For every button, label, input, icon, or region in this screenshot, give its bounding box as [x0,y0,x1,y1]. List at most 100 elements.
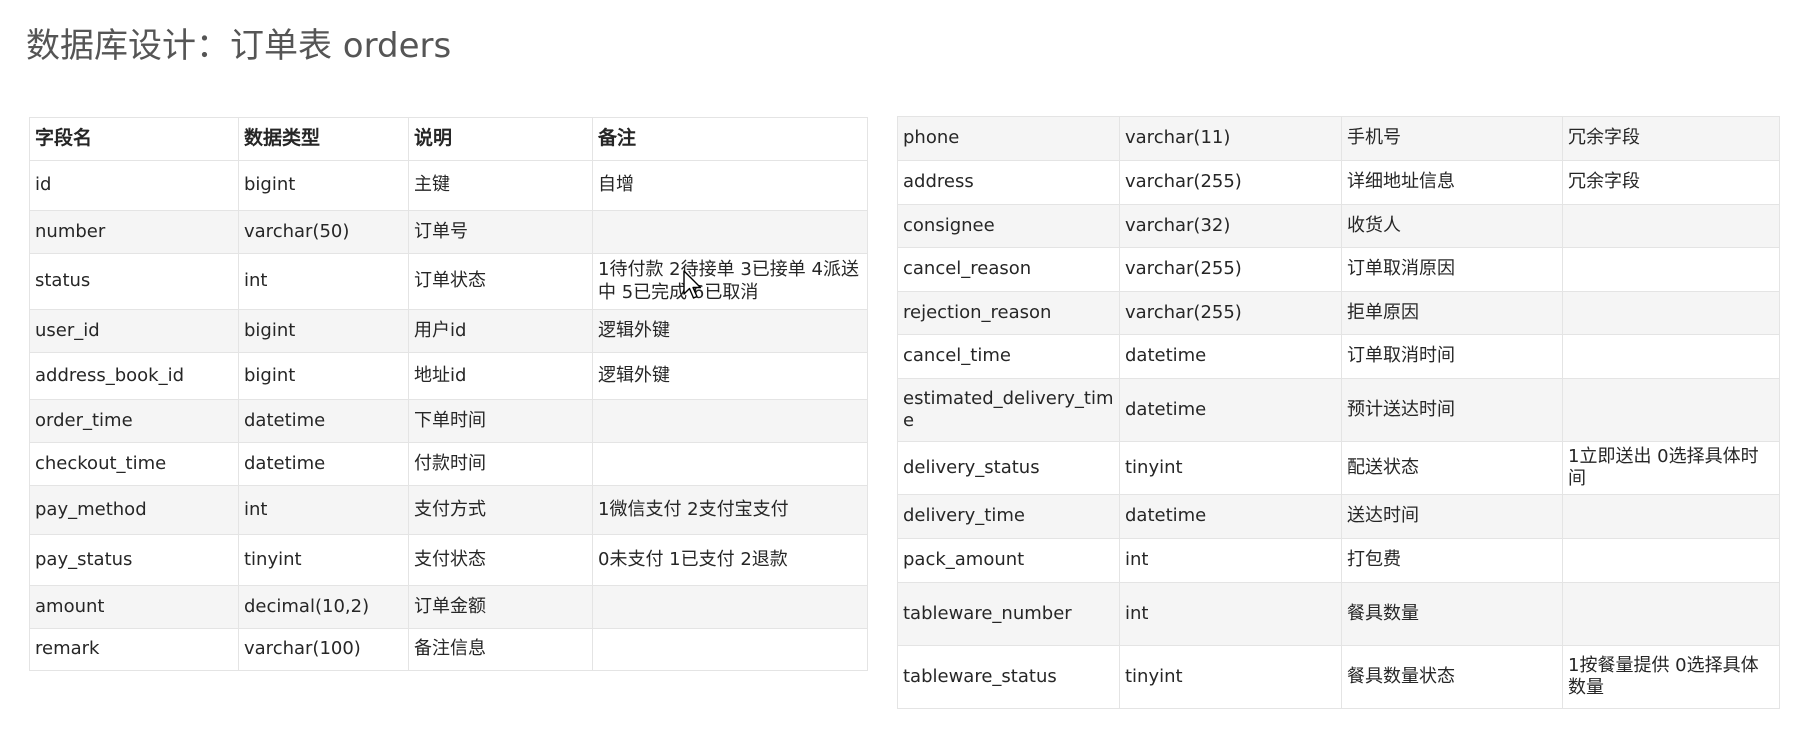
table-row: pay_status tinyint 支付状态 0未支付 1已支付 2退款 [29,534,868,586]
remark-cell [592,442,868,486]
field-name-cell: phone [897,116,1120,161]
field-name-cell: cancel_reason [897,247,1120,292]
remark-cell [592,628,868,671]
header-description: 说明 [408,117,593,161]
field-name-cell: amount [29,585,239,629]
field-name-cell: cancel_time [897,334,1120,379]
data-type-cell: varchar(255) [1119,160,1342,205]
field-name-cell: delivery_status [897,441,1120,495]
table-row: order_time datetime 下单时间 [29,399,868,443]
field-name-cell: tableware_status [897,645,1120,709]
field-name-cell: pay_status [29,534,239,586]
table-row: user_id bigint 用户id 逻辑外键 [29,309,868,353]
field-name-cell: order_time [29,399,239,443]
field-name-cell: remark [29,628,239,671]
field-name-cell: address [897,160,1120,205]
remark-cell: 冗余字段 [1562,116,1780,161]
remark-cell: 逻辑外键 [592,352,868,400]
remark-cell [592,585,868,629]
remark-cell: 1微信支付 2支付宝支付 [592,485,868,535]
description-cell: 备注信息 [408,628,593,671]
data-type-cell: datetime [238,442,409,486]
data-type-cell: tinyint [1119,645,1342,709]
remark-cell [592,210,868,254]
table-row: address varchar(255) 详细地址信息 冗余字段 [897,160,1780,205]
description-cell: 支付方式 [408,485,593,535]
data-type-cell: varchar(50) [238,210,409,254]
data-type-cell: tinyint [238,534,409,586]
data-type-cell: varchar(100) [238,628,409,671]
description-cell: 配送状态 [1341,441,1563,495]
data-type-cell: int [238,253,409,310]
remark-cell [1562,582,1780,646]
description-cell: 预计送达时间 [1341,378,1563,442]
field-name-cell: user_id [29,309,239,353]
remark-cell [1562,538,1780,583]
table-row: phone varchar(11) 手机号 冗余字段 [897,116,1780,161]
remark-cell [1562,378,1780,442]
table-row: pay_method int 支付方式 1微信支付 2支付宝支付 [29,485,868,535]
description-cell: 打包费 [1341,538,1563,583]
table-row: cancel_time datetime 订单取消时间 [897,334,1780,379]
field-name-cell: address_book_id [29,352,239,400]
data-type-cell: int [238,485,409,535]
data-type-cell: varchar(11) [1119,116,1342,161]
description-cell: 下单时间 [408,399,593,443]
description-cell: 订单金额 [408,585,593,629]
table-row: consignee varchar(32) 收货人 [897,204,1780,248]
field-name-cell: consignee [897,204,1120,248]
header-remark: 备注 [592,117,868,161]
orders-fields-table-left: 字段名 数据类型 说明 备注 id bigint 主键 自增 number va… [29,117,868,671]
table-row: remark varchar(100) 备注信息 [29,628,868,671]
data-type-cell: int [1119,582,1342,646]
description-cell: 手机号 [1341,116,1563,161]
remark-cell: 1按餐量提供 0选择具体数量 [1562,645,1780,709]
orders-fields-table-right: phone varchar(11) 手机号 冗余字段 address varch… [897,116,1780,709]
page-title: 数据库设计：订单表 orders [26,26,452,66]
table-row: checkout_time datetime 付款时间 [29,442,868,486]
description-cell: 送达时间 [1341,494,1563,539]
field-name-cell: delivery_time [897,494,1120,539]
data-type-cell: bigint [238,160,409,211]
table-row: cancel_reason varchar(255) 订单取消原因 [897,247,1780,292]
table-row: id bigint 主键 自增 [29,160,868,211]
field-name-cell: pay_method [29,485,239,535]
table-row: tableware_number int 餐具数量 [897,582,1780,646]
description-cell: 详细地址信息 [1341,160,1563,205]
remark-cell [1562,204,1780,248]
header-field-name: 字段名 [29,117,239,161]
description-cell: 用户id [408,309,593,353]
remark-cell [1562,494,1780,539]
data-type-cell: varchar(32) [1119,204,1342,248]
field-name-cell: status [29,253,239,310]
data-type-cell: bigint [238,309,409,353]
mouse-pointer-icon [683,270,702,299]
field-name-cell: id [29,160,239,211]
description-cell: 地址id [408,352,593,400]
data-type-cell: bigint [238,352,409,400]
table-row: estimated_delivery_time datetime 预计送达时间 [897,378,1780,442]
data-type-cell: datetime [1119,378,1342,442]
field-name-cell: checkout_time [29,442,239,486]
data-type-cell: datetime [238,399,409,443]
description-cell: 拒单原因 [1341,291,1563,335]
table-row: pack_amount int 打包费 [897,538,1780,583]
remark-cell [1562,334,1780,379]
table-row: tableware_status tinyint 餐具数量状态 1按餐量提供 0… [897,645,1780,709]
remark-cell: 1待付款 2待接单 3已接单 4派送中 5已完成 6已取消 [592,253,868,310]
remark-cell: 冗余字段 [1562,160,1780,205]
field-name-cell: pack_amount [897,538,1120,583]
description-cell: 订单取消时间 [1341,334,1563,379]
table-row: rejection_reason varchar(255) 拒单原因 [897,291,1780,335]
data-type-cell: tinyint [1119,441,1342,495]
description-cell: 订单取消原因 [1341,247,1563,292]
remark-cell: 0未支付 1已支付 2退款 [592,534,868,586]
table-row: amount decimal(10,2) 订单金额 [29,585,868,629]
table-row: delivery_time datetime 送达时间 [897,494,1780,539]
data-type-cell: datetime [1119,494,1342,539]
remark-cell [592,399,868,443]
table-row: number varchar(50) 订单号 [29,210,868,254]
header-data-type: 数据类型 [238,117,409,161]
description-cell: 餐具数量状态 [1341,645,1563,709]
description-cell: 付款时间 [408,442,593,486]
